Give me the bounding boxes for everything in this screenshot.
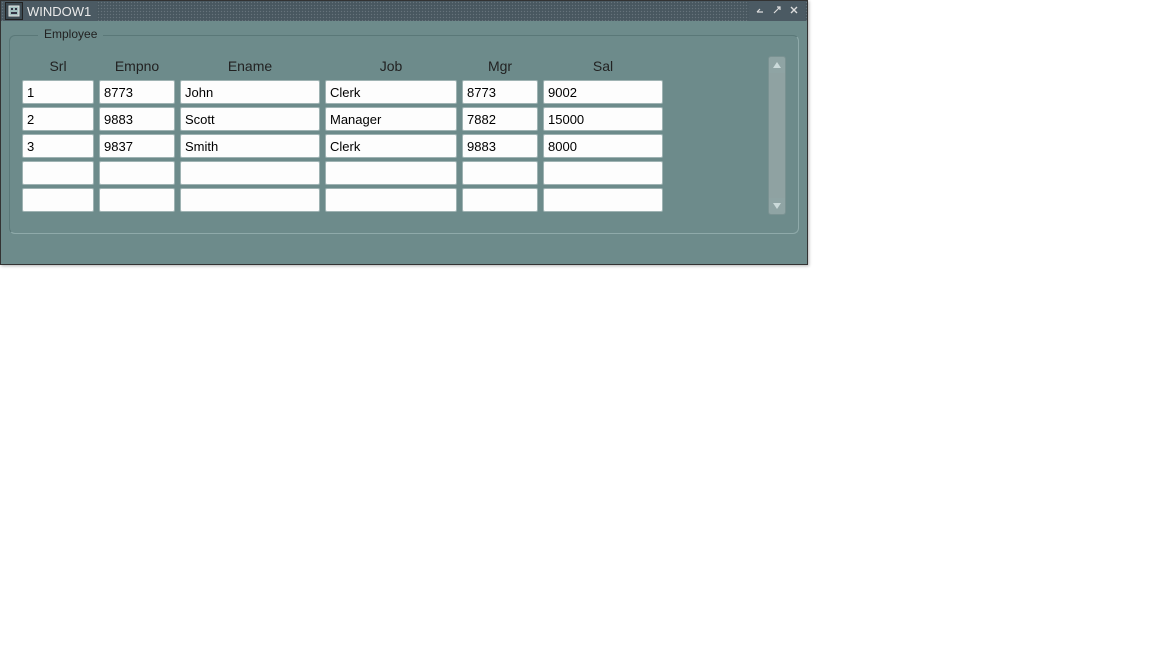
col-header-job: Job bbox=[325, 56, 457, 76]
window-body: Employee Srl Empno Ename Job Mgr Sal bbox=[1, 21, 807, 264]
job-input[interactable] bbox=[325, 134, 457, 158]
ename-input[interactable] bbox=[180, 188, 320, 212]
srl-input[interactable] bbox=[22, 161, 94, 185]
window: WINDOW1 Employee Srl Empno Ename bbox=[0, 0, 808, 265]
empno-input[interactable] bbox=[99, 134, 175, 158]
col-header-mgr: Mgr bbox=[462, 56, 538, 76]
table-row bbox=[22, 107, 762, 131]
srl-input[interactable] bbox=[22, 80, 94, 104]
ename-input[interactable] bbox=[180, 134, 320, 158]
window-title: WINDOW1 bbox=[27, 4, 91, 19]
col-header-srl: Srl bbox=[22, 56, 94, 76]
empno-input[interactable] bbox=[99, 80, 175, 104]
minimize-icon[interactable] bbox=[753, 4, 767, 18]
employee-fieldset: Employee Srl Empno Ename Job Mgr Sal bbox=[9, 35, 799, 234]
ename-input[interactable] bbox=[180, 107, 320, 131]
table-header-row: Srl Empno Ename Job Mgr Sal bbox=[22, 56, 762, 76]
titlebar[interactable]: WINDOW1 bbox=[1, 1, 807, 21]
employee-table: Srl Empno Ename Job Mgr Sal bbox=[22, 56, 762, 215]
app-icon bbox=[5, 2, 23, 20]
sal-input[interactable] bbox=[543, 80, 663, 104]
job-input[interactable] bbox=[325, 161, 457, 185]
sal-input[interactable] bbox=[543, 134, 663, 158]
mgr-input[interactable] bbox=[462, 188, 538, 212]
table-row bbox=[22, 80, 762, 104]
col-header-empno: Empno bbox=[99, 56, 175, 76]
empno-input[interactable] bbox=[99, 107, 175, 131]
maximize-icon[interactable] bbox=[770, 4, 784, 18]
sal-input[interactable] bbox=[543, 161, 663, 185]
empno-input[interactable] bbox=[99, 188, 175, 212]
vertical-scrollbar[interactable] bbox=[768, 56, 786, 215]
srl-input[interactable] bbox=[22, 188, 94, 212]
fieldset-legend: Employee bbox=[38, 27, 103, 41]
srl-input[interactable] bbox=[22, 134, 94, 158]
table-row bbox=[22, 134, 762, 158]
job-input[interactable] bbox=[325, 107, 457, 131]
scroll-up-icon[interactable] bbox=[769, 57, 785, 73]
ename-input[interactable] bbox=[180, 161, 320, 185]
scrollbar-track[interactable] bbox=[769, 73, 785, 198]
job-input[interactable] bbox=[325, 188, 457, 212]
table-row bbox=[22, 161, 762, 185]
col-header-sal: Sal bbox=[543, 56, 663, 76]
col-header-ename: Ename bbox=[180, 56, 320, 76]
mgr-input[interactable] bbox=[462, 134, 538, 158]
mgr-input[interactable] bbox=[462, 107, 538, 131]
close-icon[interactable] bbox=[787, 4, 801, 18]
table-row bbox=[22, 188, 762, 212]
srl-input[interactable] bbox=[22, 107, 94, 131]
mgr-input[interactable] bbox=[462, 161, 538, 185]
empno-input[interactable] bbox=[99, 161, 175, 185]
sal-input[interactable] bbox=[543, 107, 663, 131]
scroll-down-icon[interactable] bbox=[769, 198, 785, 214]
sal-input[interactable] bbox=[543, 188, 663, 212]
mgr-input[interactable] bbox=[462, 80, 538, 104]
job-input[interactable] bbox=[325, 80, 457, 104]
ename-input[interactable] bbox=[180, 80, 320, 104]
